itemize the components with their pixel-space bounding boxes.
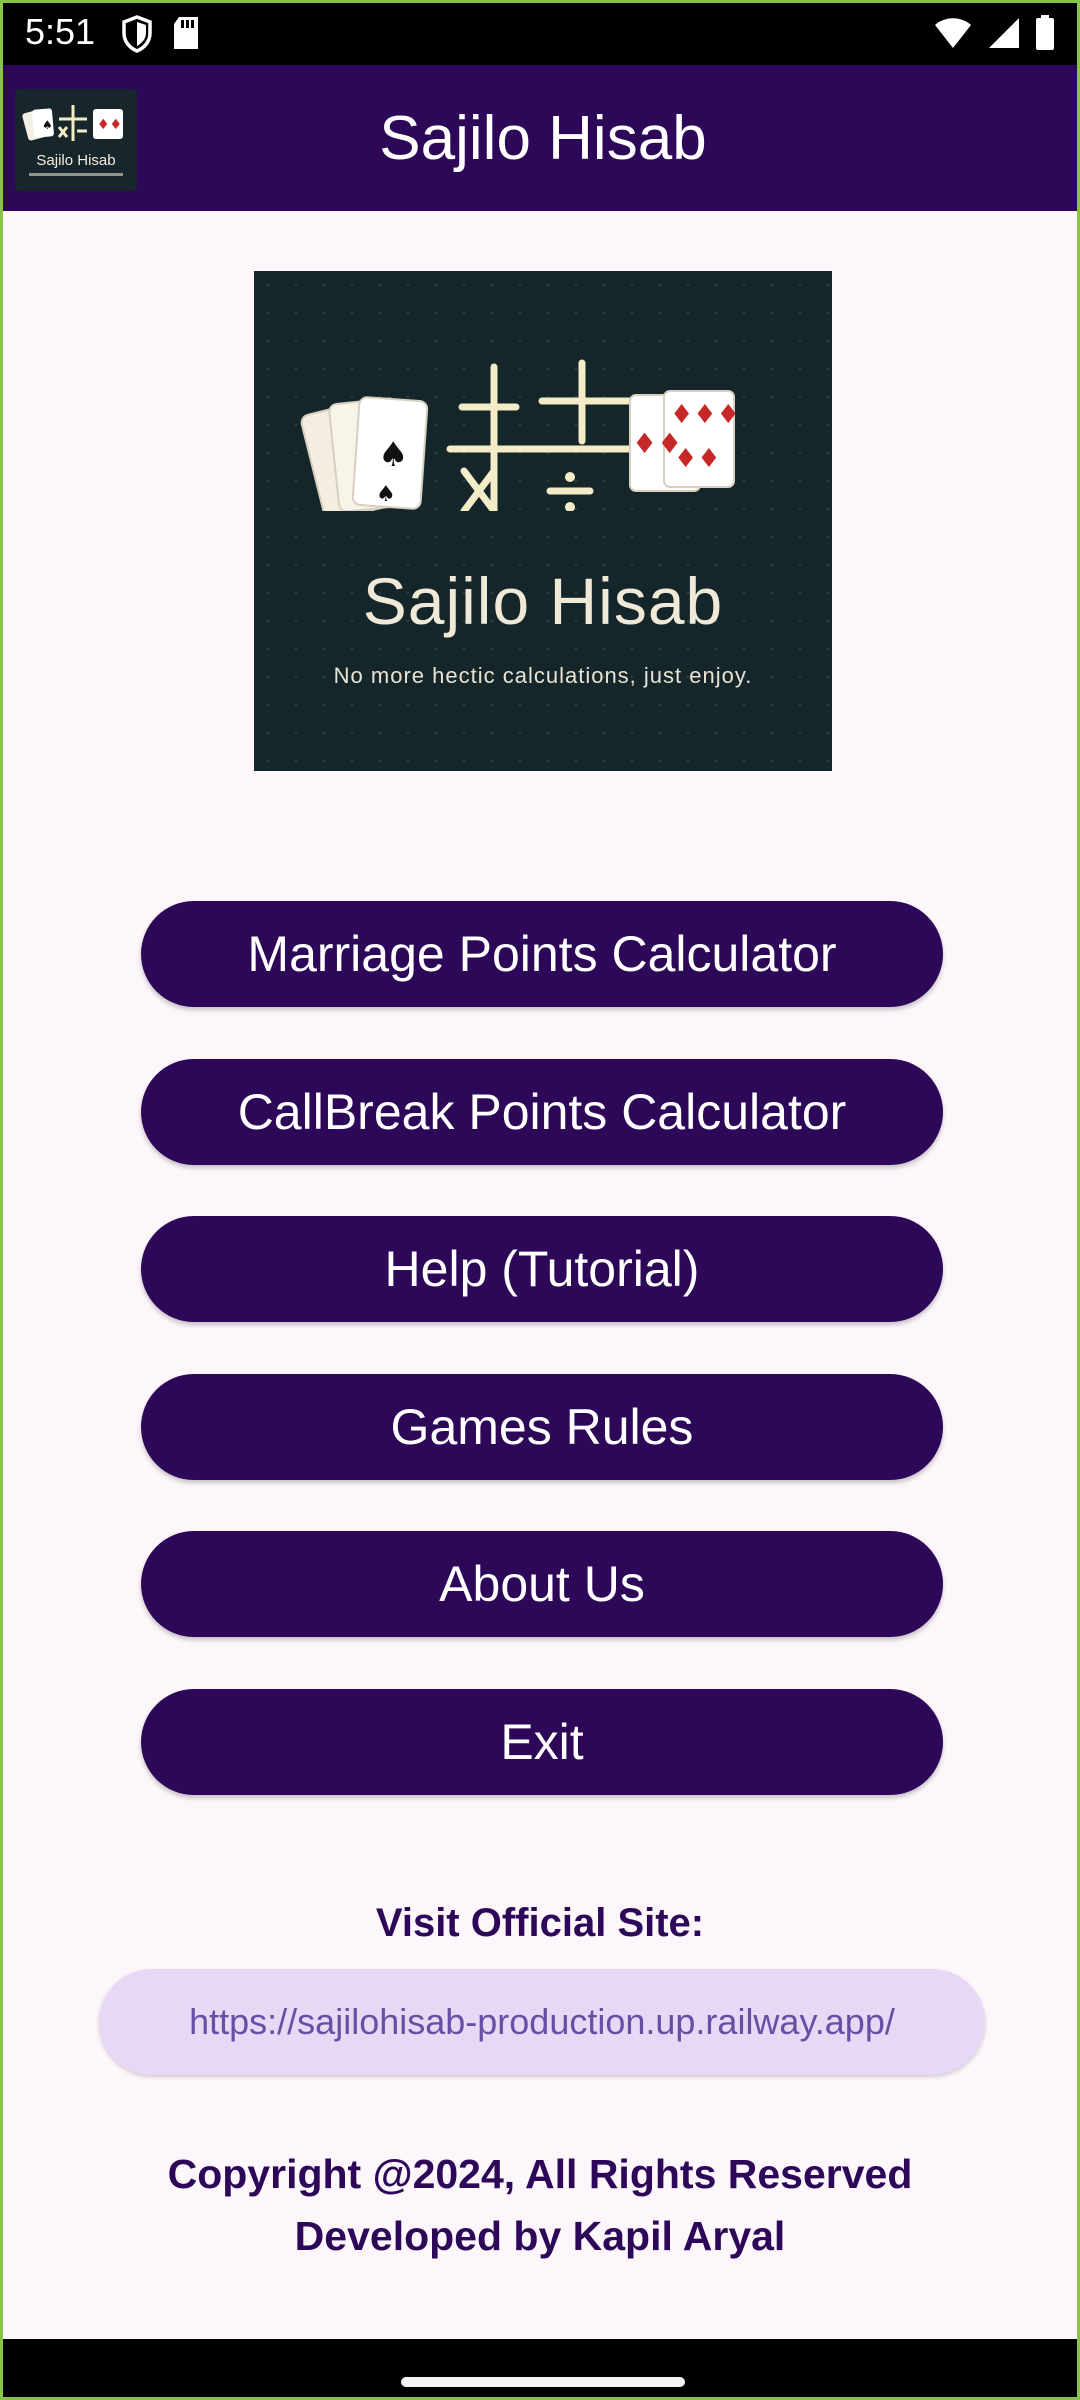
svg-text:♠: ♠ <box>376 482 396 507</box>
shield-icon <box>121 15 153 58</box>
home-gesture-handle[interactable] <box>401 2377 685 2387</box>
official-site-link[interactable]: https://sajilohisab-production.up.railwa… <box>99 1969 985 2075</box>
playing-cards-icon: ♠ ♠ <box>300 396 429 511</box>
navigation-bar <box>3 2339 1077 2397</box>
math-symbols-icon <box>446 359 634 511</box>
exit-button[interactable]: Exit <box>141 1689 943 1795</box>
app-title: Sajilo Hisab <box>379 104 707 173</box>
svg-text:♦♦♦: ♦♦♦ <box>670 400 740 430</box>
wifi-icon <box>933 16 973 55</box>
svg-text:♠: ♠ <box>378 435 408 475</box>
games-rules-button[interactable]: Games Rules <box>141 1374 943 1480</box>
banner-tagline: No more hectic calculations, just enjoy. <box>333 663 753 688</box>
svg-text:♦♦: ♦♦ <box>674 444 721 474</box>
site-label: Visit Official Site: <box>375 1901 705 1945</box>
copyright-text: Copyright @2024, All Rights Reserved <box>167 2151 913 2197</box>
signal-icon <box>987 16 1021 55</box>
sd-card-icon <box>171 15 201 58</box>
battery-icon <box>1035 15 1055 56</box>
heart-cards-icon: ♦♦ ♦♦♦ ♦♦ <box>629 390 740 492</box>
help-tutorial-button[interactable]: Help (Tutorial) <box>141 1216 943 1322</box>
marriage-calculator-button[interactable]: Marriage Points Calculator <box>141 901 943 1007</box>
app-bar: ♠ ♦♦ Sajilo Hisab Sajilo Hisab <box>3 65 1077 211</box>
banner-title: Sajilo Hisab <box>362 564 724 638</box>
callbreak-calculator-button[interactable]: CallBreak Points Calculator <box>141 1059 943 1165</box>
app-screen: 5:51 ♠ ♦♦ Sajilo Hisab Sajilo Hisab ♠ ♠ … <box>0 0 1080 2400</box>
about-us-button[interactable]: About Us <box>141 1531 943 1637</box>
status-time: 5:51 <box>25 11 96 52</box>
hero-banner: ♠ ♠ ♦♦ ♦♦♦ ♦♦ Sajilo Hisab No more hecti… <box>254 271 832 771</box>
status-bar: 5:51 <box>3 3 1077 65</box>
developer-credit: Developed by Kapil Aryal <box>294 2213 786 2259</box>
